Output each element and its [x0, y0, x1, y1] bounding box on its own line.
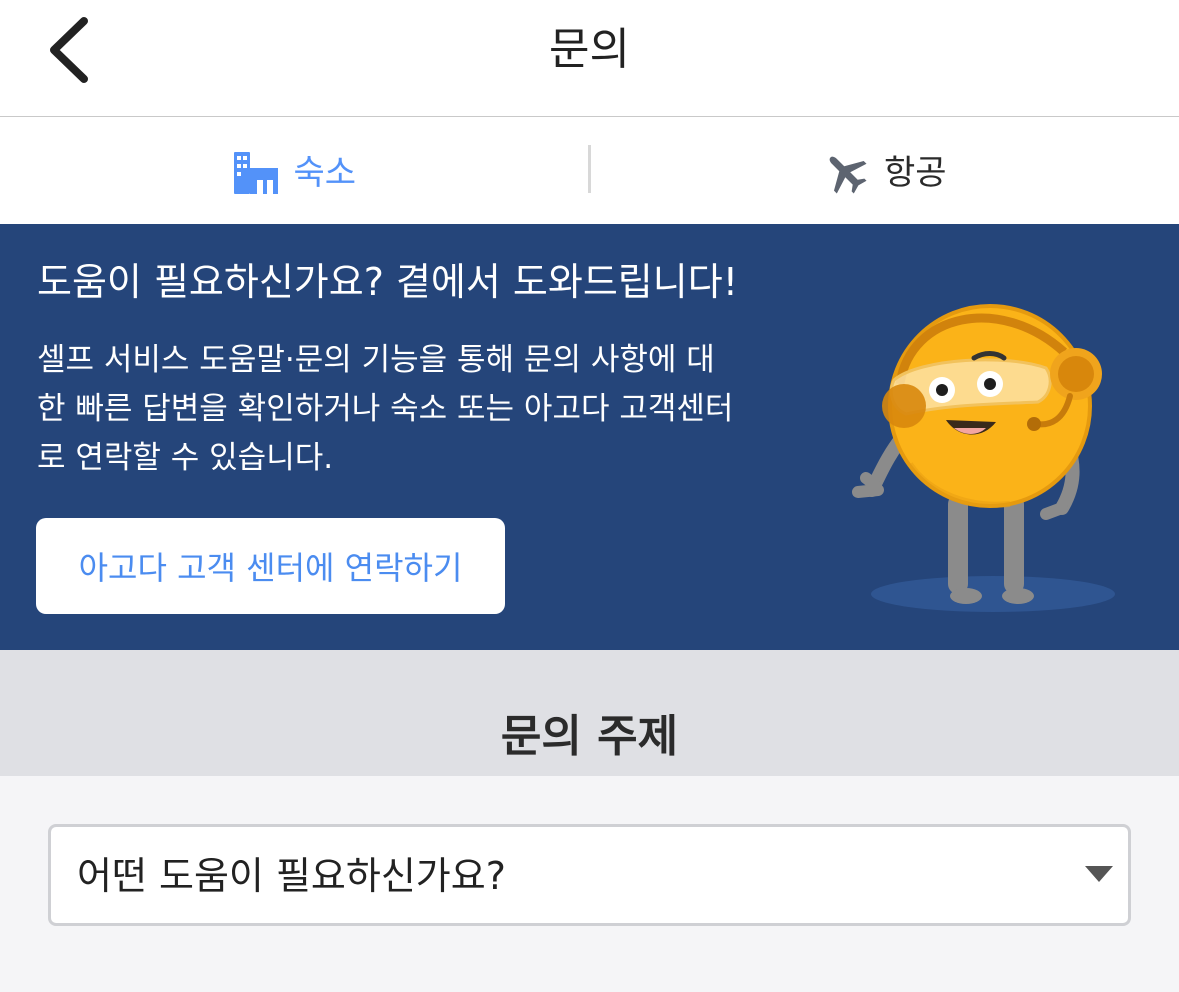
airplane-icon	[829, 156, 867, 194]
contact-customer-center-button[interactable]: 아고다 고객 센터에 연락하기	[36, 518, 505, 614]
topic-dropdown[interactable]: 어떤 도움이 필요하신가요?	[48, 824, 1131, 926]
tab-accommodation-label: 숙소	[293, 152, 357, 193]
banner-line: 한 빠른 답변을 확인하거나 숙소 또는 아고다 고객센터	[37, 391, 734, 427]
tab-divider	[588, 145, 591, 193]
banner-line: 셀프 서비스 도움말·문의 기능을 통해 문의 사항에 대	[37, 342, 715, 378]
customer-support-mascot	[852, 304, 1115, 612]
tab-accommodation[interactable]: 숙소	[0, 117, 590, 224]
top-bar: 문의	[0, 0, 1179, 117]
tab-flights-label: 항공	[883, 152, 947, 193]
tab-flights[interactable]: 항공	[590, 117, 1179, 224]
help-banner: 도움이 필요하신가요? 곁에서 도와드립니다! 셀프 서비스 도움말·문의 기능…	[0, 224, 1179, 650]
hotel-building-icon	[234, 151, 279, 194]
topic-dropdown-value: 어떤 도움이 필요하신가요?	[77, 854, 506, 898]
page-title: 문의	[549, 24, 630, 75]
banner-title: 도움이 필요하신가요? 곁에서 도와드립니다!	[37, 260, 738, 304]
topic-section-header: 문의 주제	[0, 650, 1179, 776]
topic-section: 어떤 도움이 필요하신가요?	[0, 776, 1179, 992]
banner-description: 셀프 서비스 도움말·문의 기능을 통해 문의 사항에 대 한 빠른 답변을 확…	[37, 336, 807, 483]
category-tabs: 숙소 항공	[0, 117, 1179, 224]
banner-line: 로 연락할 수 있습니다.	[37, 440, 334, 476]
triangle-down-icon	[1085, 866, 1113, 882]
topic-title: 문의 주제	[500, 711, 679, 762]
inquiry-page: 문의 숙소 항공 도움이 필요하신가요? 곁에서 도와드립니다! 셀프 서비스 …	[0, 0, 1179, 992]
